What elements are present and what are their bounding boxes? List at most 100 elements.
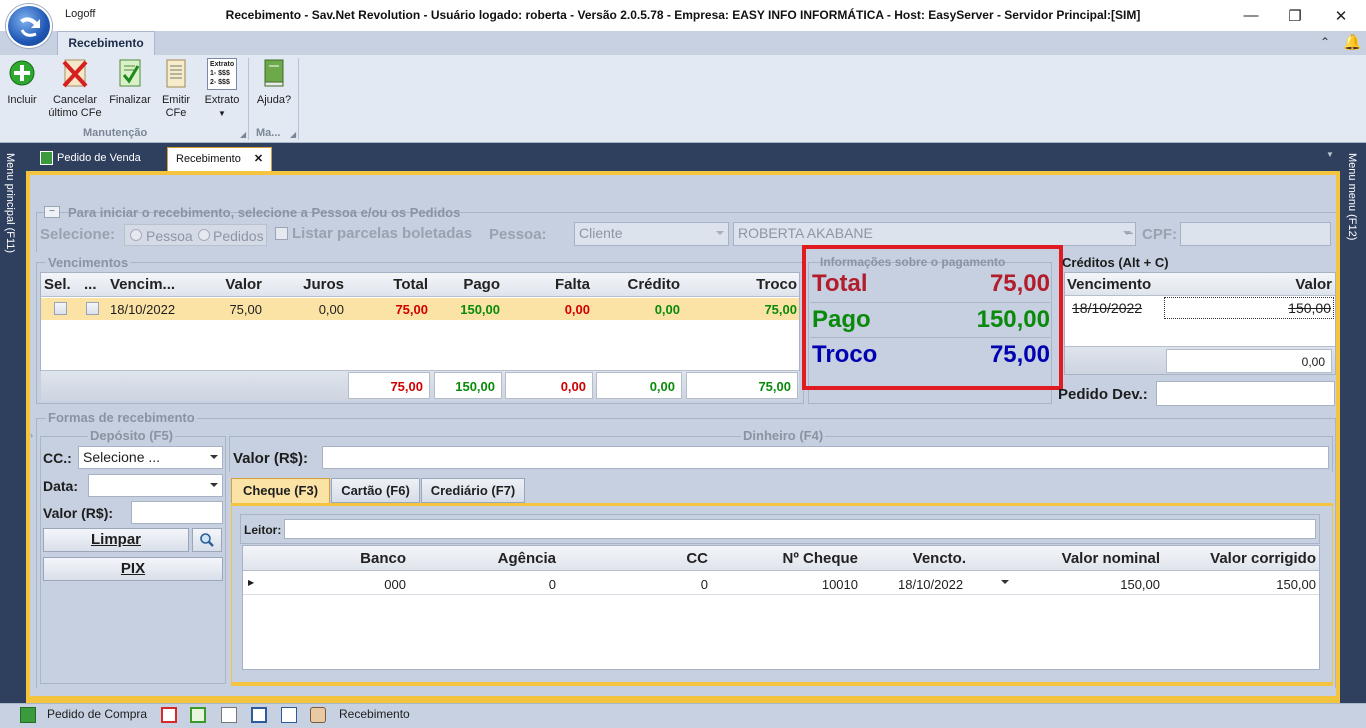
radio-pessoa-label: Pessoa xyxy=(146,228,193,244)
dialog-launcher-icon[interactable]: ◢ xyxy=(240,130,246,139)
right-menu-label[interactable]: Menu menu (F12) xyxy=(1346,153,1358,240)
tab-crediario[interactable]: Crediário (F7) xyxy=(421,478,525,503)
leitor-field[interactable] xyxy=(284,519,1316,539)
extrato-icon-line: Extrato xyxy=(210,61,235,68)
left-menu-bar[interactable]: Menu principal (F11) xyxy=(0,143,26,703)
row-juros: 0,00 xyxy=(318,302,344,317)
tab-list-arrow-icon[interactable]: ▼ xyxy=(1326,150,1334,159)
extrato-button[interactable]: Extrato 1- $$$ 2- $$$ Extrato ▼ xyxy=(200,58,244,120)
finalizar-button[interactable]: Finalizar xyxy=(108,58,152,107)
ribbon-tab-recebimento[interactable]: Recebimento xyxy=(57,31,155,56)
collapse-header-icon[interactable]: − xyxy=(44,206,60,218)
close-button[interactable]: ✕ xyxy=(1318,0,1364,31)
ajuda-button[interactable]: Ajuda? xyxy=(254,58,294,107)
right-menu-bar[interactable]: Menu menu (F12) xyxy=(1340,143,1366,703)
tab-recebimento[interactable]: Recebimento ✕ xyxy=(167,147,273,171)
footer-troco: 75,00 xyxy=(686,372,798,399)
pix-button[interactable]: PIX xyxy=(43,557,223,581)
col-juros[interactable]: Juros xyxy=(266,276,344,293)
credito-row-valor: 150,00 xyxy=(1288,300,1331,316)
dialog-launcher-icon[interactable]: ◢ xyxy=(290,130,296,139)
footer-total: 75,00 xyxy=(348,372,430,399)
limpar-button[interactable]: Limpar xyxy=(43,528,189,552)
tab-pedido-de-venda[interactable]: Pedido de Venda xyxy=(32,147,149,171)
col-vencimento[interactable]: Vencim... xyxy=(110,276,175,293)
expand-arrow-icon[interactable]: › xyxy=(30,430,33,440)
listar-checkbox[interactable] xyxy=(275,227,288,240)
row-vencimento: 18/10/2022 xyxy=(110,302,176,317)
left-menu-label[interactable]: Menu principal (F11) xyxy=(4,153,16,253)
col-falta[interactable]: Falta xyxy=(504,276,590,293)
extrato-label: Extrato xyxy=(204,94,240,106)
data-field[interactable] xyxy=(88,474,223,497)
cheque-row-valor-corrigido: 150,00 xyxy=(1276,577,1316,592)
deposito-valor-label: Valor (R$): xyxy=(43,505,114,521)
col-total[interactable]: Total xyxy=(348,276,428,293)
pessoa-type-select[interactable]: Cliente xyxy=(574,222,729,246)
pessoa-type-value: Cliente xyxy=(579,225,623,241)
col-troco[interactable]: Troco xyxy=(684,276,797,293)
row-credito: 0,00 xyxy=(654,302,680,317)
row-total: 75,00 xyxy=(395,302,428,317)
finalize-document-icon xyxy=(115,58,145,90)
col-valor[interactable]: Valor xyxy=(186,276,262,293)
selecione-label: Selecione: xyxy=(40,226,116,243)
tab-cartao[interactable]: Cartão (F6) xyxy=(331,478,420,503)
pagamento-title: Informações sobre o pagamento xyxy=(820,255,1006,269)
chevron-down-icon xyxy=(716,231,724,235)
pessoa-name-select[interactable]: ROBERTA AKABANE xyxy=(733,222,1136,246)
app-logo[interactable] xyxy=(6,4,52,48)
radio-pessoa[interactable] xyxy=(130,229,142,241)
row-select-checkbox[interactable] xyxy=(54,302,67,315)
col-valor-corrigido[interactable]: Valor corrigido xyxy=(1166,550,1316,567)
col-more[interactable]: ... xyxy=(84,276,97,293)
chevron-down-icon[interactable] xyxy=(1001,580,1009,584)
close-tab-icon[interactable]: ✕ xyxy=(254,153,263,165)
credito-row-vencimento[interactable]: 18/10/2022 xyxy=(1072,300,1142,316)
col-sel[interactable]: Sel. xyxy=(44,276,71,293)
tab-cheque[interactable]: Cheque (F3) xyxy=(231,478,330,505)
search-button[interactable] xyxy=(192,528,222,552)
incluir-button[interactable]: Incluir xyxy=(4,58,40,107)
maximize-button[interactable]: ❐ xyxy=(1272,0,1318,31)
pessoa-clear-button[interactable]: − xyxy=(1125,225,1133,241)
cancel-document-icon xyxy=(60,58,90,90)
incluir-label: Incluir xyxy=(7,94,37,106)
col-pago[interactable]: Pago xyxy=(432,276,500,293)
word-document-icon[interactable] xyxy=(251,707,267,723)
plus-circle-icon xyxy=(7,58,37,90)
bell-icon[interactable]: 🔔 xyxy=(1343,33,1362,51)
col-credito[interactable]: Crédito xyxy=(594,276,681,293)
col-valor-nominal[interactable]: Valor nominal xyxy=(1014,550,1160,567)
deposito-valor-field[interactable] xyxy=(131,501,223,524)
add-document-icon[interactable] xyxy=(281,707,297,723)
status-pedido-compra[interactable]: Pedido de Compra xyxy=(47,707,147,721)
radio-pedidos-label: Pedidos xyxy=(213,228,264,244)
row-more-checkbox[interactable] xyxy=(86,302,99,315)
pedido-dev-label: Pedido Dev.: xyxy=(1058,386,1148,403)
green-document-icon[interactable] xyxy=(190,707,206,723)
col-vencto[interactable]: Vencto. xyxy=(862,550,966,567)
col-banco[interactable]: Banco xyxy=(260,550,406,567)
collapse-ribbon-icon[interactable]: ⌃ xyxy=(1320,35,1330,49)
status-recebimento[interactable]: Recebimento xyxy=(339,707,410,721)
dinheiro-valor-field[interactable] xyxy=(322,446,1329,469)
minimize-button[interactable]: — xyxy=(1228,0,1274,31)
col-cc[interactable]: CC xyxy=(562,550,708,567)
footer-falta: 0,00 xyxy=(505,372,593,399)
document-icon[interactable] xyxy=(221,707,237,723)
cc-select[interactable]: Selecione ... xyxy=(78,446,223,469)
red-document-icon[interactable] xyxy=(161,707,177,723)
col-credito-vencimento[interactable]: Vencimento xyxy=(1067,276,1151,293)
cpf-field[interactable] xyxy=(1180,222,1331,246)
col-numero-cheque[interactable]: Nº Cheque xyxy=(712,550,858,567)
col-agencia[interactable]: Agência xyxy=(410,550,556,567)
cheque-row-vencto[interactable]: 18/10/2022 xyxy=(898,577,963,592)
footer-credito: 0,00 xyxy=(596,372,682,399)
users-icon[interactable] xyxy=(310,707,326,723)
emitir-cfe-button[interactable]: Emitir CFe xyxy=(156,58,196,120)
cancelar-cfe-button[interactable]: Cancelar último CFe xyxy=(46,58,104,120)
pedido-dev-field[interactable] xyxy=(1156,381,1335,406)
radio-pedidos[interactable] xyxy=(198,229,210,241)
col-credito-valor[interactable]: Valor xyxy=(1164,276,1332,293)
